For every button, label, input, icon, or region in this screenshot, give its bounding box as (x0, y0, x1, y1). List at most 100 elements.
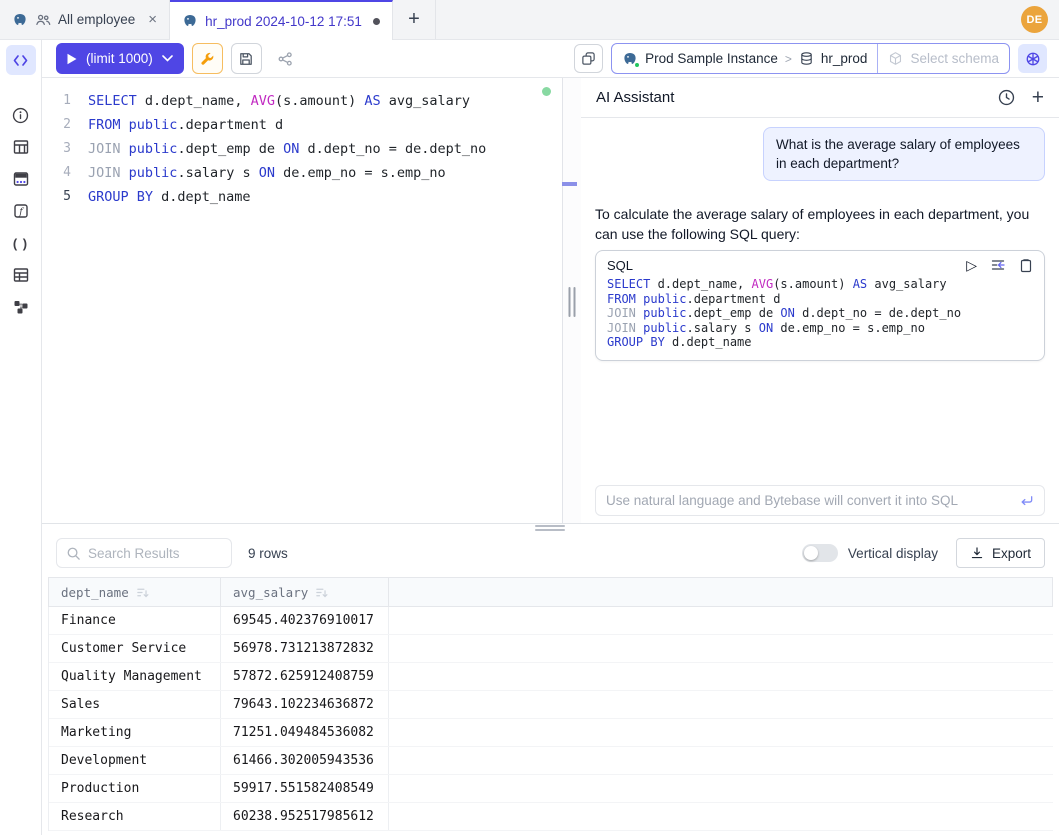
table-row[interactable]: Customer Service56978.731213872832 (49, 635, 1053, 663)
splitter-handle[interactable] (535, 525, 565, 531)
cell-dept-name[interactable]: Quality Management (49, 663, 221, 690)
cell-dept-name[interactable]: Marketing (49, 719, 221, 746)
table-row[interactable]: Production59917.551582408549 (49, 775, 1053, 803)
code-language-label: SQL (607, 258, 953, 273)
run-query-button[interactable]: (limit 1000) (56, 43, 184, 74)
cell-avg-salary[interactable]: 79643.102234636872 (221, 691, 389, 718)
sidebar-item-snippets[interactable]: ( ) (6, 228, 36, 258)
format-sql-button[interactable] (192, 43, 223, 74)
cell-avg-salary[interactable]: 71251.049484536082 (221, 719, 389, 746)
editor-line[interactable]: 5GROUP BY d.dept_name (42, 185, 562, 209)
cell-dept-name[interactable]: Development (49, 747, 221, 774)
body: f ( ) (limit 1000) (0, 40, 1059, 835)
sidebar-item-schema-diagram[interactable] (6, 292, 36, 322)
cell-avg-salary[interactable]: 59917.551582408549 (221, 775, 389, 802)
sidebar-item-functions[interactable]: f (6, 196, 36, 226)
vertical-splitter[interactable] (563, 78, 581, 523)
column-label: avg_salary (233, 585, 308, 600)
avatar[interactable]: DE (1021, 6, 1048, 33)
postgres-icon (12, 12, 28, 28)
cell-avg-salary[interactable]: 69545.402376910017 (221, 607, 389, 634)
download-icon (970, 546, 984, 560)
search-results-input[interactable] (88, 546, 222, 561)
line-number: 5 (42, 185, 88, 209)
close-icon[interactable]: × (148, 12, 157, 27)
insert-icon (990, 257, 1006, 273)
share-button[interactable] (270, 43, 301, 74)
sheet-icon (12, 266, 30, 284)
svg-text:f: f (18, 207, 24, 218)
toggle-knob (804, 546, 818, 560)
editor-status-dot (542, 87, 551, 96)
code-text: GROUP BY d.dept_name (88, 185, 251, 209)
copy-code-button[interactable] (1019, 258, 1033, 273)
batch-query-button[interactable] (574, 44, 603, 73)
postgres-icon (182, 13, 198, 29)
table-row[interactable]: Development61466.302005943536 (49, 747, 1053, 775)
cell-dept-name[interactable]: Production (49, 775, 221, 802)
vertical-display-toggle[interactable] (802, 544, 838, 562)
results-table: dept_name avg_salary Finance69545.402376… (48, 577, 1053, 831)
code-text: JOIN public.salary s ON de.emp_no = s.em… (88, 161, 446, 185)
ai-prompt-box (595, 485, 1045, 516)
info-icon (11, 106, 30, 125)
vertical-display-label: Vertical display (848, 546, 938, 561)
editor-line[interactable]: 4JOIN public.salary s ON de.emp_no = s.e… (42, 161, 562, 185)
column-header-avg-salary[interactable]: avg_salary (221, 578, 389, 606)
splitter-handle[interactable] (569, 287, 576, 317)
tab-bar: All employee × hr_prod 2024-10-12 17:51 … (0, 0, 1059, 40)
table-row[interactable]: Research60238.952517985612 (49, 803, 1053, 831)
sidebar-item-info[interactable] (6, 100, 36, 130)
sidebar-item-sample-data[interactable] (6, 164, 36, 194)
cell-avg-salary[interactable]: 60238.952517985612 (221, 803, 389, 830)
table-row[interactable]: Marketing71251.049484536082 (49, 719, 1053, 747)
tab-hr-prod[interactable]: hr_prod 2024-10-12 17:51 (170, 0, 393, 40)
users-icon (35, 12, 51, 28)
instance-database-selector[interactable]: Prod Sample Instance > hr_prod (612, 44, 877, 73)
sidebar-item-sheets[interactable] (6, 260, 36, 290)
sql-editor-pane[interactable]: 1SELECT d.dept_name, AVG(s.amount) AS av… (42, 78, 563, 523)
breadcrumb-separator: > (785, 52, 792, 66)
ai-assistant-toggle-button[interactable] (1018, 44, 1047, 73)
table-header-row: dept_name avg_salary (48, 577, 1053, 607)
schema-placeholder: Select schema (910, 51, 999, 66)
sidebar-item-sql-editor[interactable] (6, 45, 36, 75)
editor-line[interactable]: 3JOIN public.dept_emp de ON d.dept_no = … (42, 137, 562, 161)
history-button[interactable] (997, 88, 1016, 107)
insert-into-editor-button[interactable] (990, 257, 1006, 273)
sql-editor-app: All employee × hr_prod 2024-10-12 17:51 … (0, 0, 1059, 835)
run-code-button[interactable]: ▷ (966, 258, 977, 272)
save-sheet-button[interactable] (231, 43, 262, 74)
database-name: hr_prod (821, 51, 868, 66)
editor-line[interactable]: 2FROM public.department d (42, 113, 562, 137)
cell-avg-salary[interactable]: 56978.731213872832 (221, 635, 389, 662)
ai-code-line: SELECT d.dept_name, AVG(s.amount) AS avg… (607, 277, 1033, 292)
sample-data-icon (12, 170, 30, 188)
ai-code-lines[interactable]: SELECT d.dept_name, AVG(s.amount) AS avg… (596, 274, 1044, 360)
sidebar-item-tables[interactable] (6, 132, 36, 162)
connection-status-dot (634, 62, 640, 68)
return-icon[interactable] (1019, 494, 1034, 508)
header-filler (389, 578, 1052, 606)
table-row[interactable]: Sales79643.102234636872 (49, 691, 1053, 719)
new-chat-button[interactable]: + (1032, 87, 1044, 108)
column-header-dept-name[interactable]: dept_name (49, 578, 221, 606)
cell-dept-name[interactable]: Customer Service (49, 635, 221, 662)
editor-line[interactable]: 1SELECT d.dept_name, AVG(s.amount) AS av… (42, 89, 562, 113)
new-tab-button[interactable]: + (393, 0, 436, 39)
sql-card-header: SQL ▷ (596, 251, 1044, 274)
cell-dept-name[interactable]: Sales (49, 691, 221, 718)
table-row[interactable]: Finance69545.402376910017 (49, 607, 1053, 635)
tab-all-employee[interactable]: All employee × (0, 0, 170, 39)
cell-avg-salary[interactable]: 57872.625912408759 (221, 663, 389, 690)
cell-dept-name[interactable]: Research (49, 803, 221, 830)
ai-prompt-input[interactable] (606, 493, 1011, 508)
share-icon (277, 51, 293, 67)
schema-selector[interactable]: Select schema (878, 44, 1009, 73)
line-number: 2 (42, 113, 88, 137)
horizontal-splitter[interactable] (42, 523, 1059, 531)
table-row[interactable]: Quality Management57872.625912408759 (49, 663, 1053, 691)
export-button[interactable]: Export (956, 538, 1045, 568)
cell-dept-name[interactable]: Finance (49, 607, 221, 634)
cell-avg-salary[interactable]: 61466.302005943536 (221, 747, 389, 774)
